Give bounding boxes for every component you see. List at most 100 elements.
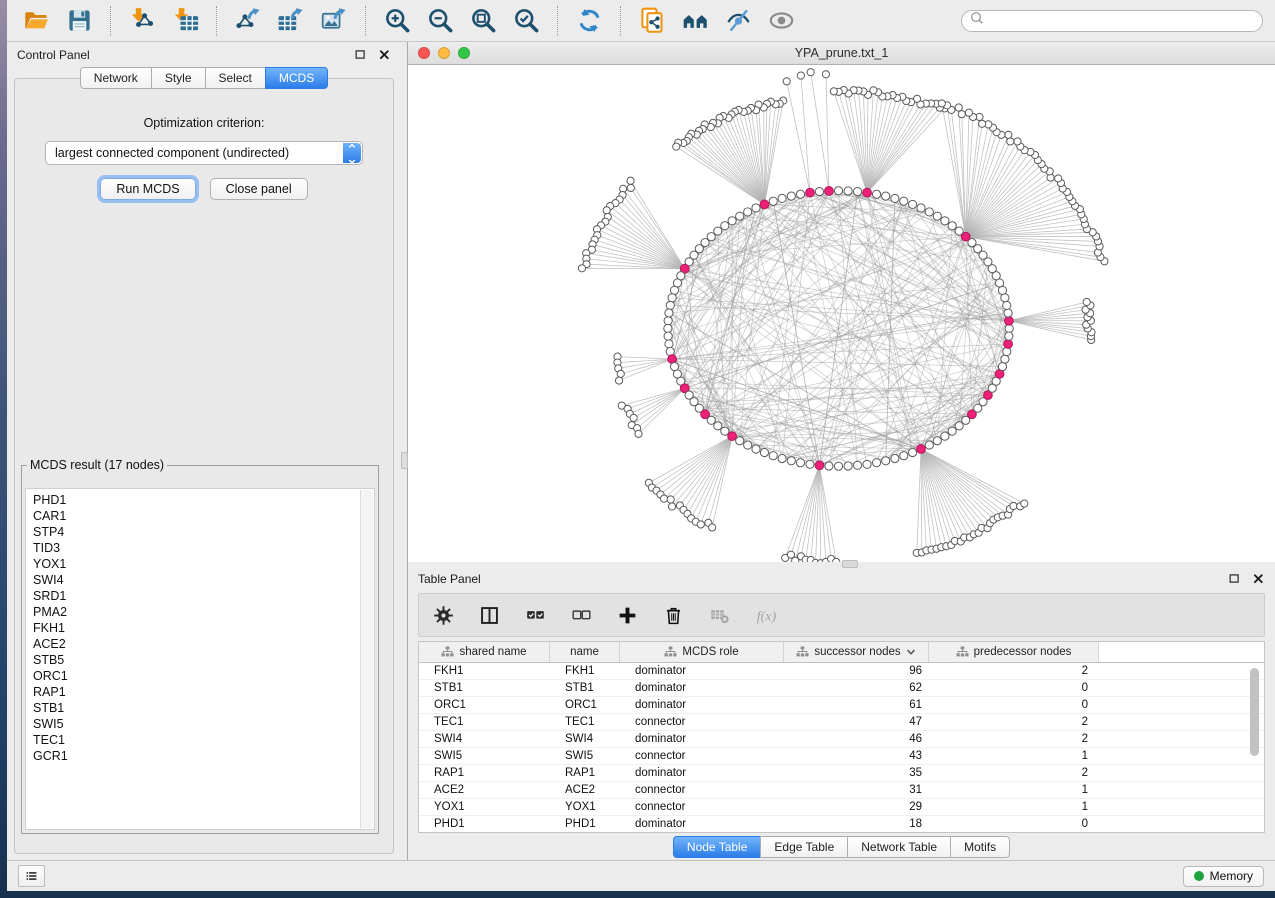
table-row[interactable]: PHD1PHD1dominator180 xyxy=(419,816,1264,833)
network-node[interactable] xyxy=(664,332,672,340)
close-panel-button[interactable]: Close panel xyxy=(210,178,308,200)
search-box[interactable] xyxy=(961,10,1263,32)
network-node[interactable] xyxy=(882,192,890,200)
network-node[interactable] xyxy=(635,430,642,437)
columns-icon[interactable] xyxy=(479,605,500,626)
network-node[interactable] xyxy=(925,441,933,449)
network-node[interactable] xyxy=(834,462,842,470)
zoom-out-icon[interactable] xyxy=(426,6,455,35)
network-edge[interactable] xyxy=(672,359,810,464)
network-node[interactable] xyxy=(783,78,790,85)
network-node[interactable] xyxy=(955,422,963,430)
network-node[interactable] xyxy=(979,120,986,127)
hide-details-icon[interactable] xyxy=(724,6,753,35)
tab-select[interactable]: Select xyxy=(205,67,265,89)
mcds-result-item[interactable]: SWI5 xyxy=(33,716,374,732)
mcds-result-item[interactable]: TID3 xyxy=(33,540,374,556)
network-node[interactable] xyxy=(617,370,624,377)
network-edge[interactable] xyxy=(819,465,836,562)
mcds-result-item[interactable]: GCR1 xyxy=(33,748,374,764)
network-edge[interactable] xyxy=(785,465,819,558)
zoom-window-icon[interactable] xyxy=(458,47,470,59)
network-edge[interactable] xyxy=(607,210,685,268)
mcds-result-item[interactable]: STB1 xyxy=(33,700,374,716)
zoom-fit-icon[interactable] xyxy=(469,6,498,35)
export-image-icon[interactable] xyxy=(320,6,349,35)
mcds-result-item[interactable]: SRD1 xyxy=(33,588,374,604)
table-row[interactable]: ORC1ORC1dominator610 xyxy=(419,697,1264,714)
table-row[interactable]: YOX1YOX1connector291 xyxy=(419,799,1264,816)
network-node[interactable] xyxy=(1003,347,1011,355)
gear-icon[interactable] xyxy=(433,605,454,626)
network-node[interactable] xyxy=(664,324,672,332)
network-edge[interactable] xyxy=(732,212,748,436)
network-node[interactable] xyxy=(578,265,585,272)
tab-mcds[interactable]: MCDS xyxy=(265,67,328,89)
network-view[interactable] xyxy=(408,65,1275,562)
network-edge[interactable] xyxy=(1009,313,1090,321)
table-row[interactable]: RAP1RAP1dominator352 xyxy=(419,765,1264,782)
network-node[interactable] xyxy=(697,521,704,528)
network-node[interactable] xyxy=(1010,502,1017,509)
network-node[interactable] xyxy=(844,462,852,470)
tab-style[interactable]: Style xyxy=(151,67,205,89)
mcds-result-item[interactable]: YOX1 xyxy=(33,556,374,572)
network-node[interactable] xyxy=(721,222,729,230)
network-node[interactable] xyxy=(941,217,949,225)
network-node[interactable] xyxy=(1004,309,1012,317)
close-window-icon[interactable] xyxy=(418,47,430,59)
network-node[interactable] xyxy=(1005,131,1012,138)
network-node[interactable] xyxy=(900,452,908,460)
network-node[interactable] xyxy=(948,427,956,435)
network-node[interactable] xyxy=(797,72,804,79)
network-node[interactable] xyxy=(670,286,678,294)
float-panel-icon[interactable] xyxy=(354,48,367,61)
search-all-icon[interactable] xyxy=(681,6,710,35)
select-all-icon[interactable] xyxy=(525,605,546,626)
network-node[interactable] xyxy=(872,190,880,198)
mcds-result-list[interactable]: PHD1CAR1STP4TID3YOX1SWI4SRD1PMA2FKH1ACE2… xyxy=(25,488,375,830)
network-node[interactable] xyxy=(938,100,945,107)
minimize-window-icon[interactable] xyxy=(438,47,450,59)
table-row[interactable]: FKH1FKH1dominator962 xyxy=(419,663,1264,680)
table-row[interactable]: SWI4SWI4dominator462 xyxy=(419,731,1264,748)
network-node[interactable] xyxy=(1003,301,1011,309)
table-row[interactable]: SWI5SWI5connector431 xyxy=(419,748,1264,765)
network-edge[interactable] xyxy=(819,465,831,559)
network-node[interactable] xyxy=(822,71,829,78)
network-node[interactable] xyxy=(806,188,815,197)
column-header-MCDS-role[interactable]: MCDS role xyxy=(620,642,784,662)
network-node[interactable] xyxy=(615,377,622,384)
network-node[interactable] xyxy=(668,294,676,302)
network-node[interactable] xyxy=(714,227,722,235)
tab-node-table[interactable]: Node Table xyxy=(673,836,761,858)
mcds-result-item[interactable]: CAR1 xyxy=(33,508,374,524)
column-header-shared-name[interactable]: shared name xyxy=(419,642,550,662)
trash-icon[interactable] xyxy=(663,605,684,626)
network-edge[interactable] xyxy=(791,196,988,395)
network-node[interactable] xyxy=(863,188,872,197)
network-node[interactable] xyxy=(958,111,965,118)
network-edge[interactable] xyxy=(921,449,1008,515)
import-network-icon[interactable] xyxy=(128,6,157,35)
network-node[interactable] xyxy=(1001,294,1009,302)
network-node[interactable] xyxy=(806,460,814,468)
network-node[interactable] xyxy=(673,143,680,150)
network-node[interactable] xyxy=(627,184,634,191)
network-node[interactable] xyxy=(917,204,925,212)
network-node[interactable] xyxy=(1004,316,1013,325)
vertical-splitter-grip[interactable] xyxy=(401,452,408,469)
network-node[interactable] xyxy=(891,454,899,462)
network-node[interactable] xyxy=(760,448,768,456)
mcds-result-item[interactable]: ORC1 xyxy=(33,668,374,684)
network-node[interactable] xyxy=(998,363,1006,371)
network-node[interactable] xyxy=(787,192,795,200)
network-node[interactable] xyxy=(1014,138,1021,145)
mcds-list-scrollbar[interactable] xyxy=(360,490,373,828)
mcds-result-item[interactable]: ACE2 xyxy=(33,636,374,652)
criterion-select-stepper[interactable] xyxy=(343,143,361,163)
network-node[interactable] xyxy=(807,69,814,76)
network-node[interactable] xyxy=(1021,500,1028,507)
network-node[interactable] xyxy=(844,187,852,195)
close-panel-icon[interactable] xyxy=(1252,572,1265,585)
